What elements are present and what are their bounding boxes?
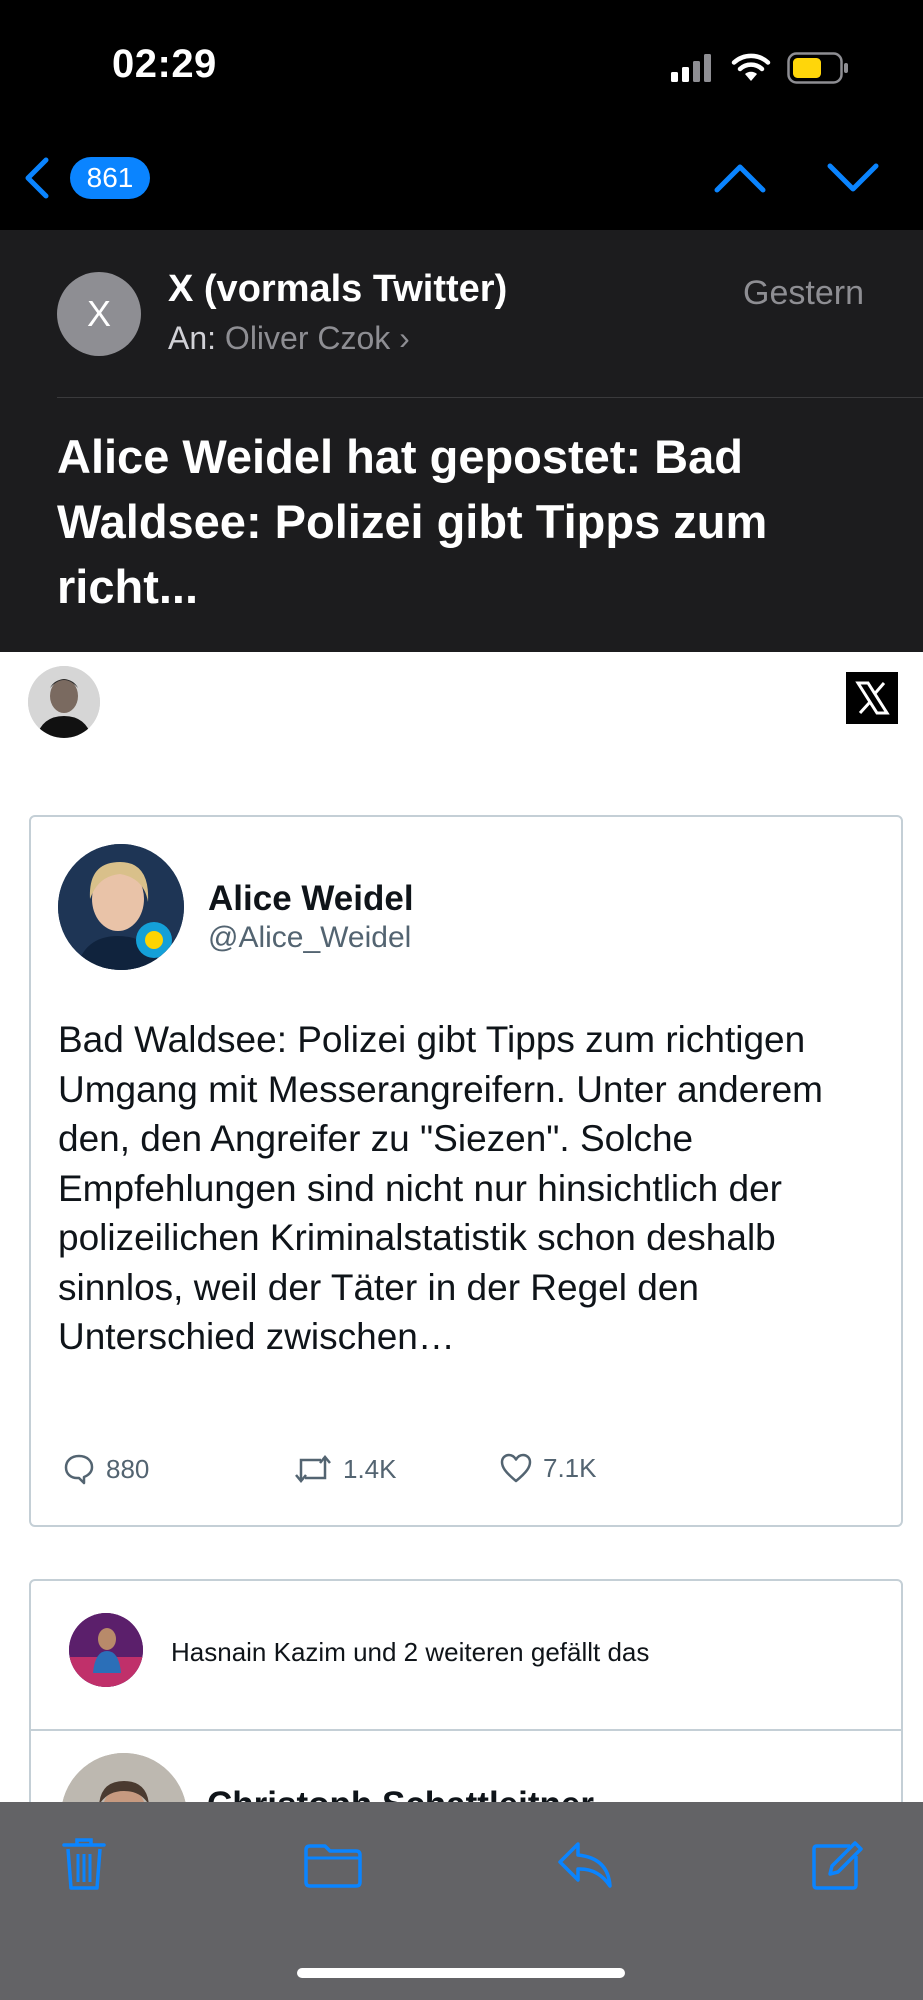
chevron-left-icon[interactable] (18, 154, 54, 202)
x-logo-icon (846, 672, 898, 724)
chevron-down-icon[interactable] (826, 160, 880, 196)
mail-subject: Alice Weidel hat gepostet: Bad Waldsee: … (57, 430, 768, 613)
home-indicator[interactable] (297, 1968, 625, 1978)
recipient-line[interactable]: An: Oliver Czok › (168, 320, 410, 357)
next-tweet-author[interactable]: Christoph Schattleitner (207, 1785, 594, 1802)
battery-icon (787, 52, 848, 84)
author-photo-icon (58, 844, 184, 970)
retweet-action[interactable]: 1.4K (293, 1452, 397, 1486)
trash-icon[interactable] (61, 1836, 107, 1892)
like-action[interactable]: 7.1K (499, 1452, 597, 1484)
like-count: 7.1K (543, 1452, 597, 1483)
reply-action[interactable]: 880 (62, 1452, 149, 1486)
mail-date: Gestern (743, 274, 864, 312)
chevron-up-icon[interactable] (713, 160, 767, 196)
sender-avatar[interactable]: X (57, 272, 141, 356)
unread-count-badge[interactable]: 861 (70, 157, 150, 199)
likes-summary: Hasnain Kazim und 2 weiteren gefällt das (171, 1637, 650, 1667)
next-tweet-avatar[interactable] (61, 1753, 187, 1802)
tweet-author-avatar[interactable] (58, 844, 184, 970)
retweet-icon (295, 1455, 331, 1483)
mail-header: X X (vormals Twitter) An: Oliver Czok › … (0, 230, 923, 652)
likes-divider (31, 1729, 901, 1731)
recipient-label: An: (168, 320, 217, 356)
heart-icon (500, 1453, 532, 1483)
tweet-author-name[interactable]: Alice Weidel (208, 879, 414, 919)
likes-card[interactable]: Hasnain Kazim und 2 weiteren gefällt das… (29, 1579, 903, 1802)
status-time: 02:29 (112, 42, 217, 86)
recipient-chevron-icon: › (399, 320, 410, 356)
folder-icon[interactable] (303, 1842, 363, 1888)
status-icons (671, 48, 849, 88)
reply-icon[interactable] (556, 1840, 614, 1890)
next-author-photo-icon (61, 1753, 187, 1802)
sender-name[interactable]: X (vormals Twitter) (168, 268, 507, 311)
header-divider (57, 397, 923, 398)
retweet-count: 1.4K (343, 1453, 397, 1484)
liker-photo-icon (69, 1613, 143, 1687)
tweet-text: Bad Waldsee: Polizei gibt Tipps zum rich… (58, 1019, 823, 1357)
tweet-card[interactable]: Alice Weidel @Alice_Weidel Bad Waldsee: … (29, 815, 903, 1527)
reply-count: 880 (106, 1453, 150, 1484)
liker-avatar[interactable] (69, 1613, 143, 1687)
status-bar: 02:29 (0, 0, 923, 140)
tweet-actions: 880 1.4K 7.1K (62, 1452, 862, 1492)
tweet-author-handle[interactable]: @Alice_Weidel (208, 921, 411, 955)
wifi-icon (731, 53, 771, 81)
compose-icon[interactable] (810, 1838, 864, 1892)
mail-nav-bar: 861 (0, 140, 923, 230)
person-photo-icon (28, 666, 100, 738)
recipient-name[interactable]: Oliver Czok (225, 320, 390, 356)
cellular-signal-icon (671, 54, 711, 82)
account-profile-photo[interactable] (28, 666, 100, 738)
comment-icon (64, 1454, 94, 1485)
mail-body: Alice Weidel @Alice_Weidel Bad Waldsee: … (0, 652, 923, 1802)
